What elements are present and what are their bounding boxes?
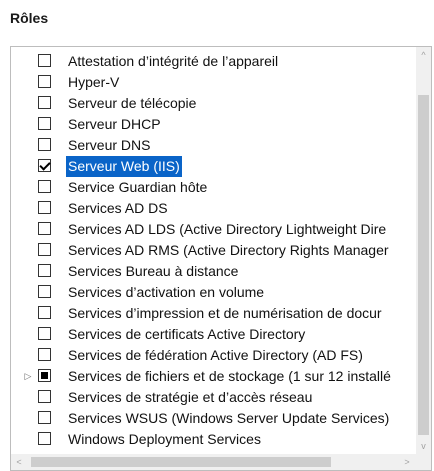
role-checkbox[interactable] <box>38 369 51 382</box>
role-checkbox[interactable] <box>38 222 51 235</box>
role-checkbox[interactable] <box>38 327 51 340</box>
role-checkbox[interactable] <box>38 96 51 109</box>
role-label: Service Guardian hôte <box>68 179 208 195</box>
vertical-scroll-thumb[interactable] <box>418 95 429 435</box>
role-checkbox[interactable] <box>38 201 51 214</box>
role-label: Services de fédération Active Directory … <box>68 347 363 363</box>
role-label: Services de fichiers et de stockage (1 s… <box>68 368 391 384</box>
role-label: Services Bureau à distance <box>68 263 239 279</box>
role-row[interactable]: Services AD LDS (Active Directory Lightw… <box>11 219 416 240</box>
role-label: Services d’activation en volume <box>68 284 265 300</box>
role-checkbox[interactable] <box>38 180 51 193</box>
role-checkbox[interactable] <box>38 117 51 130</box>
role-row[interactable]: Service Guardian hôte <box>11 177 416 198</box>
role-label: Services AD RMS (Active Directory Rights… <box>68 242 389 258</box>
role-row[interactable]: Services Bureau à distance <box>11 261 416 282</box>
role-label: Attestation d’intégrité de l’appareil <box>68 53 279 69</box>
role-row[interactable]: Services AD DS <box>11 198 416 219</box>
role-label: Services WSUS (Windows Server Update Ser… <box>68 410 390 426</box>
role-checkbox[interactable] <box>38 138 51 151</box>
role-row[interactable]: Services de stratégie et d’accès réseau <box>11 387 416 408</box>
role-label: Services AD LDS (Active Directory Lightw… <box>68 221 387 237</box>
role-checkbox[interactable] <box>38 243 51 256</box>
role-checkbox[interactable] <box>38 306 51 319</box>
vertical-scrollbar[interactable]: ^ v <box>416 47 431 454</box>
role-row[interactable]: Serveur DHCP <box>11 114 416 135</box>
role-row[interactable]: Serveur DNS <box>11 135 416 156</box>
role-checkbox[interactable] <box>38 285 51 298</box>
role-label: Services de certificats Active Directory <box>68 326 306 342</box>
role-row[interactable]: Serveur de télécopie <box>11 93 416 114</box>
horizontal-scrollbar[interactable]: < > <box>11 454 431 470</box>
role-checkbox[interactable] <box>38 75 51 88</box>
role-row[interactable]: Windows Deployment Services <box>11 429 416 450</box>
role-row[interactable]: Services d’impression et de numérisation… <box>11 303 416 324</box>
roles-list[interactable]: Attestation d’intégrité de l’appareil Hyp… <box>11 51 416 454</box>
role-label: Serveur DNS <box>68 137 151 153</box>
role-row[interactable]: Attestation d’intégrité de l’appareil <box>11 51 416 72</box>
expand-arrow-icon[interactable]: ▷ <box>22 366 34 387</box>
role-row[interactable]: Services AD RMS (Active Directory Rights… <box>11 240 416 261</box>
role-checkbox[interactable] <box>38 348 51 361</box>
role-row[interactable]: ▷ Services de fichiers et de stockage (1 … <box>11 366 416 387</box>
role-label: Serveur de télécopie <box>68 95 197 111</box>
role-row[interactable]: Hyper-V <box>11 72 416 93</box>
role-label: Serveur DHCP <box>68 116 161 132</box>
role-label: Services d’impression et de numérisation… <box>68 305 382 321</box>
role-row[interactable]: Services WSUS (Windows Server Update Ser… <box>11 408 416 429</box>
scroll-right-icon[interactable]: > <box>399 454 415 470</box>
scroll-down-icon[interactable]: v <box>416 438 431 454</box>
role-row[interactable]: Services de certificats Active Directory <box>11 324 416 345</box>
scroll-left-icon[interactable]: < <box>11 454 27 470</box>
scroll-up-icon[interactable]: ^ <box>416 47 431 63</box>
role-checkbox[interactable] <box>38 54 51 67</box>
role-checkbox[interactable] <box>38 432 51 445</box>
role-checkbox[interactable] <box>38 264 51 277</box>
role-checkbox[interactable] <box>38 411 51 424</box>
role-label: Services AD DS <box>68 200 168 216</box>
role-row[interactable]: Services d’activation en volume <box>11 282 416 303</box>
role-checkbox[interactable] <box>38 159 51 172</box>
role-row[interactable]: Services de fédération Active Directory … <box>11 345 416 366</box>
role-label: Services de stratégie et d’accès réseau <box>68 389 313 405</box>
roles-header: Rôles <box>10 10 49 26</box>
role-label: Hyper-V <box>68 74 120 90</box>
role-label: Windows Deployment Services <box>68 431 261 447</box>
role-row[interactable]: Serveur Web (IIS) <box>11 156 416 177</box>
roles-list-panel: Attestation d’intégrité de l’appareil Hyp… <box>10 46 432 471</box>
horizontal-scroll-thumb[interactable] <box>31 457 331 467</box>
role-checkbox[interactable] <box>38 390 51 403</box>
role-label: Serveur Web (IIS) <box>66 156 182 177</box>
